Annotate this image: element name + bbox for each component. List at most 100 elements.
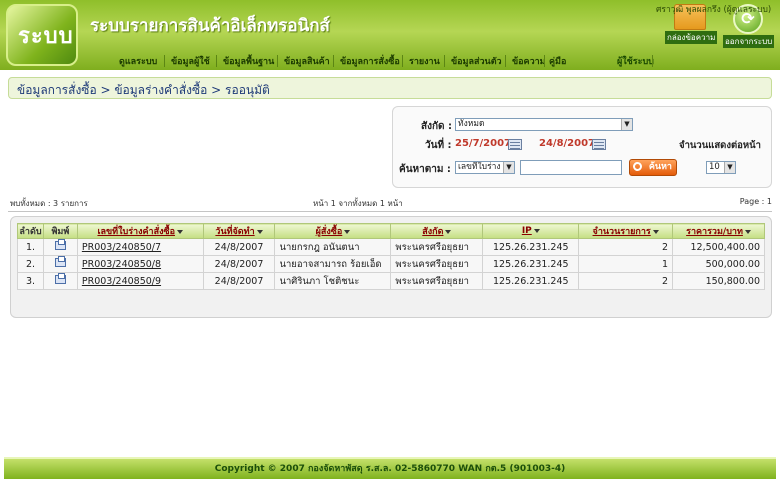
menu-item-messages[interactable]: ข้อความ [512, 54, 546, 68]
print-cell [42, 255, 78, 273]
per-page-label: จำนวนแสดงต่อหน้า [679, 140, 761, 151]
main-menu: ดูแลระบบ ข้อมูลผู้ใช้ ข้อมูลพื้นฐาน ข้อม… [86, 53, 780, 69]
col-header-draft-no[interactable]: เลขที่ใบร่างคำสั่งซื้อ [76, 223, 204, 239]
menu-divider [216, 55, 217, 67]
draft-no-cell: PR003/240850/9 [76, 272, 204, 290]
menu-item-products[interactable]: ข้อมูลสินค้า [284, 54, 330, 68]
menu-item-base-data[interactable]: ข้อมูลพื้นฐาน [223, 54, 274, 68]
find-by-select[interactable]: เลขที่ใบร่าง ▼ [455, 161, 515, 174]
col-header-items[interactable]: จำนวนรายการ [578, 223, 674, 239]
buyer-cell: นายกรกฎ อนันตนา [274, 238, 392, 256]
menu-item-orders[interactable]: ข้อมูลการสั่งซื้อ [340, 54, 400, 68]
chevron-down-icon: ▼ [724, 162, 735, 173]
menu-divider [164, 55, 165, 67]
col-header-date[interactable]: วันที่จัดทำ [202, 223, 276, 239]
affiliation-value: ทั้งหมด [458, 119, 485, 129]
find-by-label: ค้นหาตาม : [399, 164, 451, 175]
printer-icon[interactable] [54, 239, 66, 250]
search-button[interactable]: ค้นหา [629, 159, 677, 176]
draft-no-link[interactable]: PR003/240850/7 [82, 242, 161, 253]
unit-cell: พระนครศรีอยุธยา [390, 255, 484, 273]
find-by-value: เลขที่ใบร่าง [458, 162, 501, 172]
app-title: ระบบรายการสินค้าอิเล็กทรอนิกส์ [90, 16, 330, 36]
col-header-label: IP [521, 226, 532, 236]
draft-no-link[interactable]: PR003/240850/9 [82, 276, 161, 287]
table-row: 1. PR003/240850/7 24/8/2007 นายกรกฎ อนัน… [17, 238, 765, 256]
date-to: 24/8/2007 [539, 138, 596, 149]
date-from: 25/7/2007 [455, 138, 512, 149]
chevron-down-icon: ▼ [503, 162, 514, 173]
row-no: 1. [17, 238, 44, 256]
menu-divider [402, 55, 403, 67]
date-cell: 24/8/2007 [202, 272, 276, 290]
total-cell: 500,000.00 [672, 255, 765, 273]
sort-arrow-icon [652, 229, 659, 234]
page-summary: หน้า 1 จากทั้งหมด 1 หน้า [313, 199, 403, 208]
menu-divider [652, 55, 653, 67]
print-cell [42, 272, 78, 290]
app-logo: ระบบ [6, 4, 78, 66]
menu-item-profile[interactable]: ข้อมูลส่วนตัว [451, 54, 502, 68]
col-header-label: ผู้สั่งซื้อ [315, 227, 343, 237]
sort-arrow-icon [256, 229, 263, 234]
logo-text: ระบบ [18, 23, 74, 49]
col-header-label: วันที่จัดทำ [215, 227, 255, 237]
ip-cell: 125.26.231.245 [482, 255, 580, 273]
calendar-icon[interactable] [508, 139, 522, 150]
table-row: 3. PR003/240850/9 24/8/2007 นาศิรินภา โช… [17, 272, 765, 290]
col-header-unit[interactable]: สังกัด [390, 223, 484, 239]
calendar-icon[interactable] [592, 139, 606, 150]
results-panel: ลำดับ พิมพ์ เลขที่ใบร่างคำสั่งซื้อ วันที… [10, 216, 772, 318]
items-cell: 2 [578, 272, 674, 290]
menu-divider [444, 55, 445, 67]
divider [8, 211, 772, 212]
items-cell: 1 [578, 255, 674, 273]
menu-divider [505, 55, 506, 67]
affiliation-select[interactable]: ทั้งหมด ▼ [455, 118, 633, 131]
menu-item-reports[interactable]: รายงาน [409, 54, 440, 68]
print-cell [42, 238, 78, 256]
draft-no-link[interactable]: PR003/240850/8 [82, 259, 161, 270]
header-banner: ระบบ ระบบรายการสินค้าอิเล็กทรอนิกส์ กล่อ… [0, 0, 780, 70]
ip-cell: 125.26.231.245 [482, 238, 580, 256]
search-icon [633, 162, 642, 171]
search-button-label: ค้นหา [648, 162, 672, 172]
search-panel: สังกัด : ทั้งหมด ▼ วันที่ : 25/7/2007 24… [392, 106, 772, 188]
affiliation-label: สังกัด : [421, 121, 453, 132]
ip-cell: 125.26.231.245 [482, 272, 580, 290]
page-number: Page : 1 [739, 197, 772, 206]
unit-cell: พระนครศรีอยุธยา [390, 272, 484, 290]
col-header-label: ราคารวม/บาท [686, 227, 743, 237]
table-row: 2. PR003/240850/8 24/8/2007 นายอาจสามารถ… [17, 255, 765, 273]
col-header-total[interactable]: ราคารวม/บาท [672, 223, 765, 239]
printer-icon[interactable] [54, 273, 66, 284]
sort-arrow-icon [744, 229, 751, 234]
col-header-no: ลำดับ [17, 223, 44, 239]
chevron-down-icon: ▼ [621, 119, 632, 130]
col-header-ip[interactable]: IP [482, 223, 580, 239]
draft-no-cell: PR003/240850/8 [76, 255, 204, 273]
date-label: วันที่ : [425, 140, 452, 151]
user-label: ผู้ใช้ระบบ [617, 57, 654, 67]
sort-arrow-icon [445, 229, 452, 234]
search-input[interactable] [520, 160, 622, 175]
sort-arrow-icon [176, 229, 183, 234]
menu-item-manual[interactable]: คู่มือ [549, 54, 566, 68]
total-cell: 150,800.00 [672, 272, 765, 290]
total-cell: 12,500,400.00 [672, 238, 765, 256]
menu-divider [333, 55, 334, 67]
logout-label: ออกจากระบบ [723, 35, 775, 48]
printer-icon[interactable] [54, 256, 66, 267]
footer: Copyright © 2007 กองจัดหาพัสดุ ร.ส.ล. 02… [4, 457, 776, 479]
col-header-buyer[interactable]: ผู้สั่งซื้อ [274, 223, 392, 239]
menu-item-users[interactable]: ข้อมูลผู้ใช้ [171, 54, 210, 68]
buyer-cell: นายอาจสามารถ ร้อยเอ็ด [274, 255, 392, 273]
col-header-label: จำนวนรายการ [592, 227, 651, 237]
per-page-select[interactable]: 10 ▼ [706, 161, 736, 174]
results-table: ลำดับ พิมพ์ เลขที่ใบร่างคำสั่งซื้อ วันที… [17, 223, 765, 290]
menu-item-admin[interactable]: ดูแลระบบ [119, 54, 157, 68]
draft-no-cell: PR003/240850/7 [76, 238, 204, 256]
col-header-print: พิมพ์ [42, 223, 78, 239]
total-count: พบทั้งหมด : 3 รายการ [10, 199, 88, 208]
items-cell: 2 [578, 238, 674, 256]
